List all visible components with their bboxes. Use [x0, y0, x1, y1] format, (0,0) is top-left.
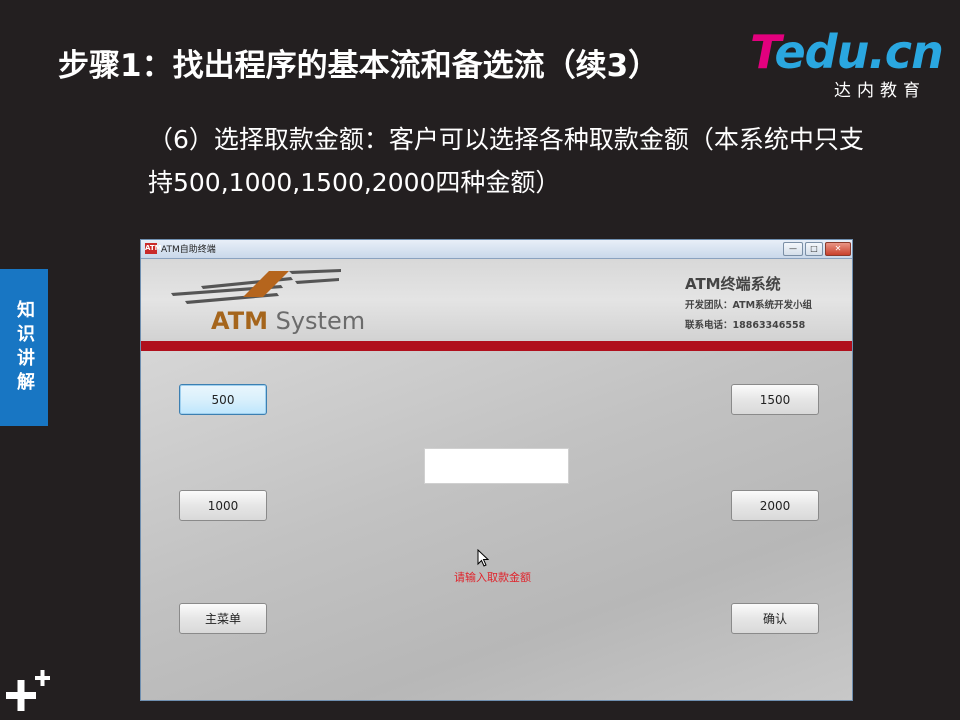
tedu-logo: Tedu.cn 达内教育: [750, 26, 944, 101]
atm-header: ATM System ATM终端系统 开发团队：ATM系统开发小组 联系电话：1…: [141, 259, 852, 341]
hint-text: 请输入取款金额: [454, 571, 531, 584]
tedu-logo-mark: Tedu.cn: [750, 25, 944, 79]
atm-logo-stripes-icon: [171, 269, 341, 304]
atm-header-phone: 联系电话：18863346558: [685, 320, 806, 331]
atm-header-title: ATM终端系统: [685, 275, 781, 293]
app-icon: ATM: [145, 243, 162, 254]
amount-500-button[interactable]: 500: [179, 384, 267, 415]
minimize-button[interactable]: —: [783, 242, 803, 256]
window-titlebar[interactable]: ATM ATM自助终端 — □ ✕: [141, 240, 852, 259]
plus-icon: [6, 670, 50, 711]
amount-2000-button[interactable]: 2000: [731, 490, 819, 521]
confirm-button[interactable]: 确认: [731, 603, 819, 634]
window-title: ATM自助终端: [161, 245, 216, 255]
atm-system-logo: ATM System: [171, 267, 365, 335]
amount-input[interactable]: [424, 448, 569, 484]
atm-header-team: 开发团队：ATM系统开发小组: [685, 300, 813, 311]
atm-window: ATM ATM自助终端 — □ ✕ ATM System ATM终端系统 开发团…: [140, 239, 853, 701]
close-button[interactable]: ✕: [825, 242, 851, 256]
slide-body-text: （6）选择取款金额：客户可以选择各种取款金额（本系统中只支持500,1000,1…: [148, 125, 864, 197]
slide-title: 步骤1：找出程序的基本流和备选流（续3）: [58, 48, 660, 84]
mouse-cursor-icon: [477, 549, 489, 567]
amount-1000-button[interactable]: 1000: [179, 490, 267, 521]
atm-body: 500 1500 1000 2000 主菜单 确认 请输入取款金额: [141, 351, 852, 700]
atm-logo-text: ATM System: [211, 307, 366, 335]
side-tab: 知识讲解: [0, 269, 48, 426]
maximize-button[interactable]: □: [805, 242, 823, 256]
amount-1500-button[interactable]: 1500: [731, 384, 819, 415]
header-divider: [141, 341, 852, 351]
tedu-logo-subtitle: 达内教育: [834, 81, 926, 101]
main-menu-button[interactable]: 主菜单: [179, 603, 267, 634]
